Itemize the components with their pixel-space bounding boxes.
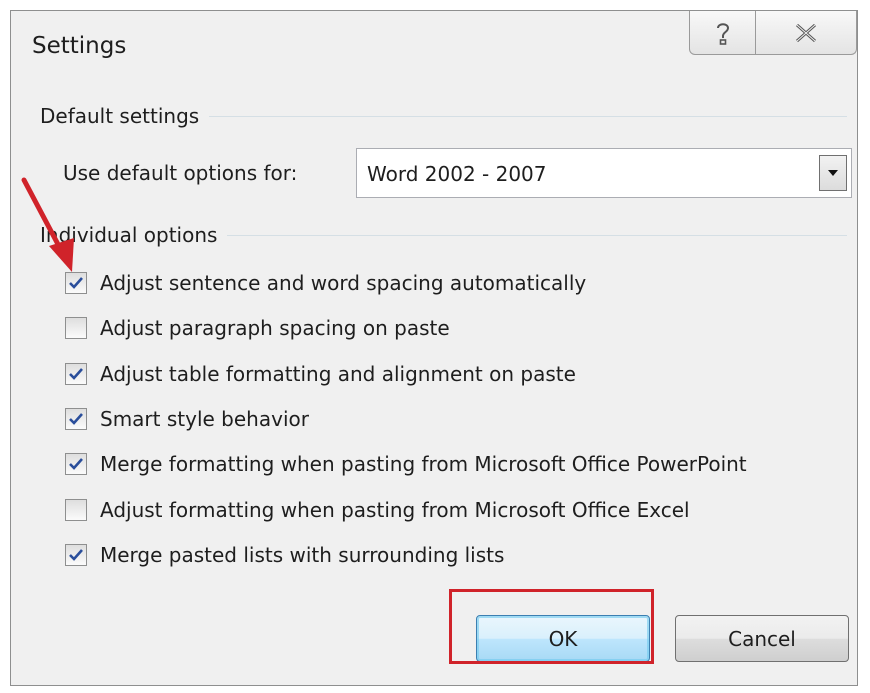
title-bar: Settings xyxy=(11,11,857,87)
option-checkbox[interactable] xyxy=(65,317,87,339)
option-row[interactable]: Merge formatting when pasting from Micro… xyxy=(65,449,747,479)
option-label: Merge pasted lists with surrounding list… xyxy=(100,543,505,567)
dropdown-button[interactable] xyxy=(819,155,847,191)
option-label: Adjust paragraph spacing on paste xyxy=(100,316,450,340)
option-checkbox[interactable] xyxy=(65,363,87,385)
checkmark-icon xyxy=(69,368,83,380)
help-icon xyxy=(716,22,729,45)
option-row[interactable]: Adjust sentence and word spacing automat… xyxy=(65,268,586,298)
option-row[interactable]: Adjust paragraph spacing on paste xyxy=(65,313,450,343)
default-options-value: Word 2002 - 2007 xyxy=(367,162,547,186)
dialog-title: Settings xyxy=(32,33,127,59)
option-row[interactable]: Adjust formatting when pasting from Micr… xyxy=(65,495,690,525)
cancel-button[interactable]: Cancel xyxy=(675,615,849,662)
option-checkbox[interactable] xyxy=(65,499,87,521)
chevron-down-icon xyxy=(828,170,838,176)
checkmark-icon xyxy=(69,277,83,289)
option-checkbox[interactable] xyxy=(65,544,87,566)
checkmark-icon xyxy=(69,413,83,425)
option-row[interactable]: Adjust table formatting and alignment on… xyxy=(65,359,576,389)
option-checkbox[interactable] xyxy=(65,408,87,430)
settings-dialog: Settings Default settings Use default op… xyxy=(10,10,858,686)
option-label: Adjust formatting when pasting from Micr… xyxy=(100,498,690,522)
option-row[interactable]: Smart style behavior xyxy=(65,404,309,434)
help-button[interactable] xyxy=(689,11,756,55)
option-label: Smart style behavior xyxy=(100,407,309,431)
option-label: Adjust table formatting and alignment on… xyxy=(100,362,576,386)
checkmark-icon xyxy=(69,549,83,561)
annotation-arrow-icon xyxy=(21,177,74,272)
option-checkbox[interactable] xyxy=(65,453,87,475)
ok-highlight-box xyxy=(449,589,654,664)
option-label: Merge formatting when pasting from Micro… xyxy=(100,452,747,476)
checkmark-icon xyxy=(69,458,83,470)
close-button[interactable] xyxy=(755,11,857,55)
option-row[interactable]: Merge pasted lists with surrounding list… xyxy=(65,540,504,570)
default-options-select[interactable]: Word 2002 - 2007 xyxy=(356,148,852,198)
default-settings-heading: Default settings xyxy=(40,104,210,128)
close-icon xyxy=(796,23,816,42)
use-default-label: Use default options for: xyxy=(63,161,298,185)
option-label: Adjust sentence and word spacing automat… xyxy=(100,271,587,295)
